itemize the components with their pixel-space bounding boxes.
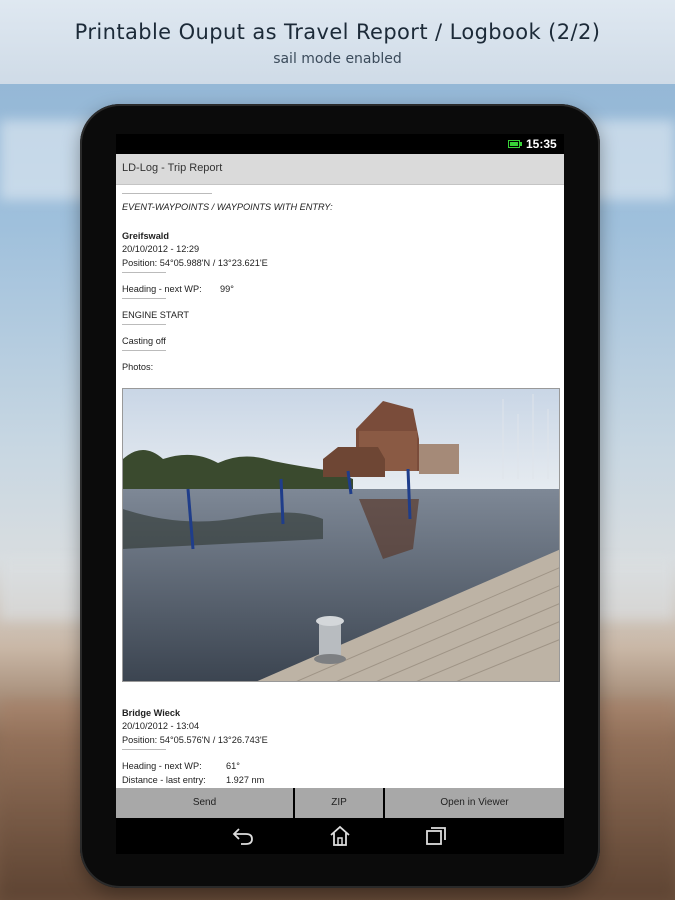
separator [122,749,166,750]
photos-label: Photos: [122,362,154,372]
app-bar: LD-Log - Trip Report [116,154,564,185]
waypoint-datetime: 20/10/2012 - 12:29 [122,244,200,254]
zip-button[interactable]: ZIP [295,788,383,818]
waypoint-distance-label: Distance - last entry: [122,775,206,785]
separator [122,298,166,299]
send-button[interactable]: Send [116,788,293,818]
home-icon[interactable] [328,825,352,847]
event-entry: Casting off [122,336,166,346]
recents-icon[interactable] [424,825,448,847]
tablet-screen: 15:35 LD-Log - Trip Report EVENT-WAYPOIN… [116,134,564,854]
action-bar: Send ZIP Open in Viewer [116,788,564,818]
section-heading: EVENT-WAYPOINTS / WAYPOINTS WITH ENTRY: [122,202,333,212]
harbor-photo-image [123,389,559,681]
promo-subtitle: sail mode enabled [273,51,402,67]
waypoint-name: Greifswald [122,231,169,241]
waypoint-position: Position: 54°05.988'N / 13°23.621'E [122,258,268,268]
battery-icon [508,140,520,148]
open-in-viewer-button[interactable]: Open in Viewer [385,788,564,818]
waypoint-heading-value: 99° [220,284,234,294]
harbor-photo[interactable] [122,388,560,682]
separator [122,324,166,325]
waypoint-datetime: 20/10/2012 - 13:04 [122,721,200,731]
status-bar: 15:35 [116,134,564,154]
separator [122,272,166,273]
navigation-bar [116,818,564,854]
app-title: LD-Log - Trip Report [122,162,223,174]
waypoint-heading-label: Heading - next WP: [122,284,202,294]
event-entry: ENGINE START [122,310,190,320]
battery-tip [520,142,522,146]
status-clock: 15:35 [526,137,557,151]
promo-title: Printable Ouput as Travel Report / Logbo… [74,20,601,44]
waypoint-position: Position: 54°05.576'N / 13°26.743'E [122,735,268,745]
waypoint-distance-value: 1.927 nm [226,775,265,785]
waypoint-heading-label: Heading - next WP: [122,761,202,771]
promo-header: Printable Ouput as Travel Report / Logbo… [0,0,675,84]
waypoint-heading-value: 61° [226,761,240,771]
separator [122,350,166,351]
separator [122,193,212,194]
back-icon[interactable] [231,825,255,847]
report-content[interactable]: EVENT-WAYPOINTS / WAYPOINTS WITH ENTRY: … [116,185,564,788]
waypoint-name: Bridge Wieck [122,708,181,718]
